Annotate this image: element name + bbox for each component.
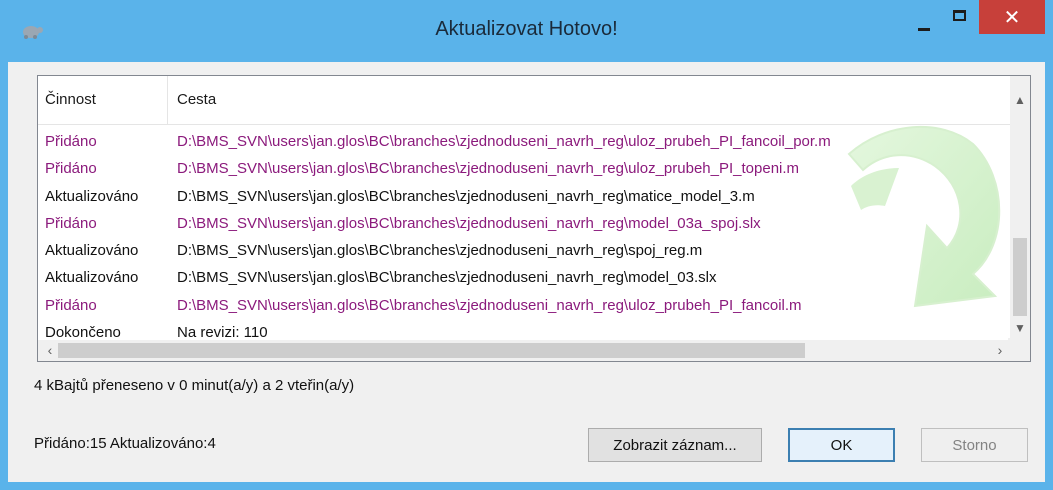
cancel-button[interactable]: Storno <box>921 428 1028 462</box>
chevron-left-icon[interactable]: ‹ <box>40 340 60 361</box>
window-title: Aktualizovat Hotovo! <box>435 18 618 40</box>
dialog-content: Činnost Cesta Přidáno D:\BMS_SVN\users\j <box>8 62 1045 482</box>
list-header: Činnost Cesta <box>38 76 1010 125</box>
transfer-status: 4 kBajtů přeneseno v 0 minut(a/y) a 2 vt… <box>34 377 355 394</box>
list-row[interactable]: Přidáno D:\BMS_SVN\users\jan.glos\BC\bra… <box>38 129 1010 156</box>
row-action: Přidáno <box>45 133 97 150</box>
scrollbar-corner <box>1008 338 1030 361</box>
row-path: D:\BMS_SVN\users\jan.glos\BC\branches\zj… <box>177 187 755 205</box>
row-action: Přidáno <box>45 214 97 232</box>
list-rows: Přidáno D:\BMS_SVN\users\jan.glos\BC\bra… <box>38 129 1010 347</box>
row-path: D:\BMS_SVN\users\jan.glos\BC\branches\zj… <box>177 242 703 260</box>
horizontal-scrollbar[interactable]: ‹ › <box>38 340 1010 361</box>
row-path: D:\BMS_SVN\users\jan.glos\BC\branches\zj… <box>177 133 831 150</box>
row-action: Aktualizováno <box>45 187 139 205</box>
row-action: Aktualizováno <box>45 242 139 260</box>
list-row[interactable]: Přidáno D:\BMS_SVN\users\jan.glos\BC\bra… <box>38 293 1010 320</box>
minimize-button[interactable] <box>906 0 942 34</box>
dialog-window: Aktualizovat Hotovo! ✕ Činnost Cesta Při… <box>0 0 1053 490</box>
close-button[interactable]: ✕ <box>979 0 1045 34</box>
row-action: Aktualizováno <box>45 269 139 287</box>
row-action: Přidáno <box>45 296 97 314</box>
column-header-path[interactable]: Cesta <box>177 76 216 124</box>
chevron-down-icon[interactable]: ▼ <box>1010 318 1030 338</box>
list-row[interactable]: Přidáno D:\BMS_SVN\users\jan.glos\BC\bra… <box>38 211 1010 238</box>
close-icon: ✕ <box>1003 6 1021 29</box>
list-row[interactable]: Aktualizováno D:\BMS_SVN\users\jan.glos\… <box>38 238 1010 265</box>
maximize-button[interactable] <box>942 0 978 34</box>
list-row[interactable]: Přidáno D:\BMS_SVN\users\jan.glos\BC\bra… <box>38 156 1010 183</box>
list-row[interactable]: Aktualizováno D:\BMS_SVN\users\jan.glos\… <box>38 265 1010 292</box>
row-path: D:\BMS_SVN\users\jan.glos\BC\branches\zj… <box>177 214 761 232</box>
row-action: Přidáno <box>45 160 97 178</box>
list-row[interactable]: Aktualizováno D:\BMS_SVN\users\jan.glos\… <box>38 184 1010 211</box>
vertical-scroll-thumb[interactable] <box>1013 238 1027 316</box>
vertical-scrollbar[interactable]: ▲ ▼ <box>1010 76 1030 340</box>
row-path: D:\BMS_SVN\users\jan.glos\BC\branches\zj… <box>177 160 800 178</box>
chevron-right-icon[interactable]: › <box>990 340 1010 361</box>
chevron-up-icon[interactable]: ▲ <box>1010 90 1030 110</box>
column-header-action[interactable]: Činnost <box>45 76 165 124</box>
column-separator[interactable] <box>167 76 168 124</box>
ok-button[interactable]: OK <box>788 428 895 462</box>
update-list[interactable]: Činnost Cesta Přidáno D:\BMS_SVN\users\j <box>37 75 1031 362</box>
row-path: D:\BMS_SVN\users\jan.glos\BC\branches\zj… <box>177 269 717 287</box>
summary-status: Přidáno:15 Aktualizováno:4 <box>34 435 216 452</box>
row-path: Na revizi: 110 <box>177 324 268 342</box>
title-bar[interactable]: Aktualizovat Hotovo! ✕ <box>0 0 1053 62</box>
row-path: D:\BMS_SVN\users\jan.glos\BC\branches\zj… <box>177 296 802 314</box>
row-action: Dokončeno <box>45 324 121 342</box>
show-log-button[interactable]: Zobrazit záznam... <box>588 428 762 462</box>
horizontal-scroll-thumb[interactable] <box>58 343 805 358</box>
